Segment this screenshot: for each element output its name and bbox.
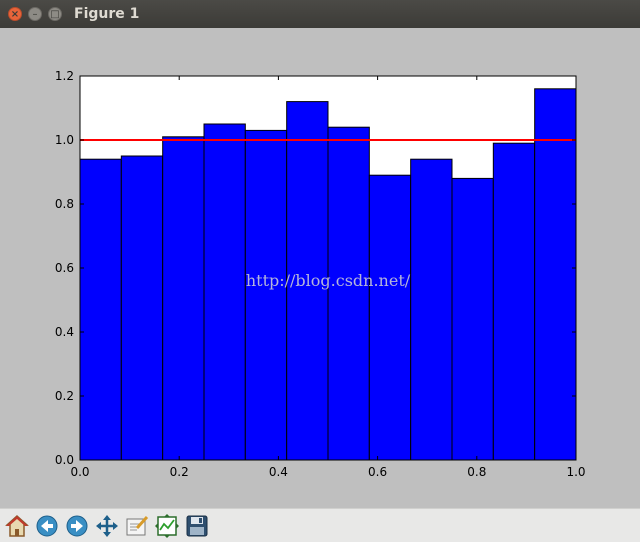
forward-icon	[66, 515, 88, 537]
histogram-bar	[451, 177, 494, 461]
maximize-button[interactable]: □	[48, 7, 62, 21]
subplots-icon	[155, 514, 179, 538]
x-tick-label: 0.6	[368, 465, 387, 479]
x-tick-label: 0.4	[269, 465, 288, 479]
histogram-bar	[368, 174, 412, 461]
figure-canvas[interactable]: 0.0 0.2 0.4 0.6 0.8 1.00.00.20.40.60.81.01.2 …	[0, 28, 640, 508]
x-tick-label: 1.0	[566, 465, 585, 479]
figure-window: × – □ Figure 1 0.0 0.2 0.4 0.6 0.8 1.0 0.0 0.2 0…	[0, 0, 640, 542]
histogram-bar	[492, 142, 536, 461]
y-tick-label: 0.2	[55, 389, 74, 403]
y-tick-label: 0.8	[55, 197, 74, 211]
zoom-button[interactable]	[123, 512, 151, 540]
subplots-button[interactable]	[153, 512, 181, 540]
histogram-bar	[410, 158, 453, 461]
y-tick-label: 1.2	[55, 69, 74, 83]
histogram-bar	[120, 155, 164, 461]
y-tick-label: 1.0	[55, 133, 74, 147]
x-tick-label: 0.8	[467, 465, 486, 479]
histogram-bar	[79, 158, 122, 461]
pan-icon	[96, 515, 118, 537]
home-icon	[5, 514, 29, 537]
save-button[interactable]	[183, 512, 211, 540]
x-tick-label: 0.2	[170, 465, 189, 479]
y-tick-label: 0.0	[55, 453, 74, 467]
minimize-button[interactable]: –	[28, 7, 42, 21]
close-button[interactable]: ×	[8, 7, 22, 21]
histogram-bar	[327, 126, 370, 461]
zoom-icon	[126, 515, 149, 536]
histogram-bar	[244, 129, 288, 461]
back-button[interactable]	[33, 512, 61, 540]
pan-button[interactable]	[93, 512, 121, 540]
back-icon	[36, 515, 58, 537]
x-tick-label: 0.0	[70, 465, 89, 479]
save-icon	[186, 515, 208, 537]
histogram-bar	[162, 136, 205, 461]
watermark: http://blog.csdn.net/	[246, 271, 411, 290]
navigation-toolbar	[0, 508, 640, 542]
home-button[interactable]	[3, 512, 31, 540]
y-tick-label: 0.6	[55, 261, 74, 275]
histogram-bar	[534, 88, 577, 461]
title-bar[interactable]: × – □ Figure 1	[0, 0, 640, 28]
window-title: Figure 1	[74, 6, 140, 22]
histogram-bar	[203, 123, 246, 461]
forward-button[interactable]	[63, 512, 91, 540]
y-tick-label: 0.4	[55, 325, 74, 339]
